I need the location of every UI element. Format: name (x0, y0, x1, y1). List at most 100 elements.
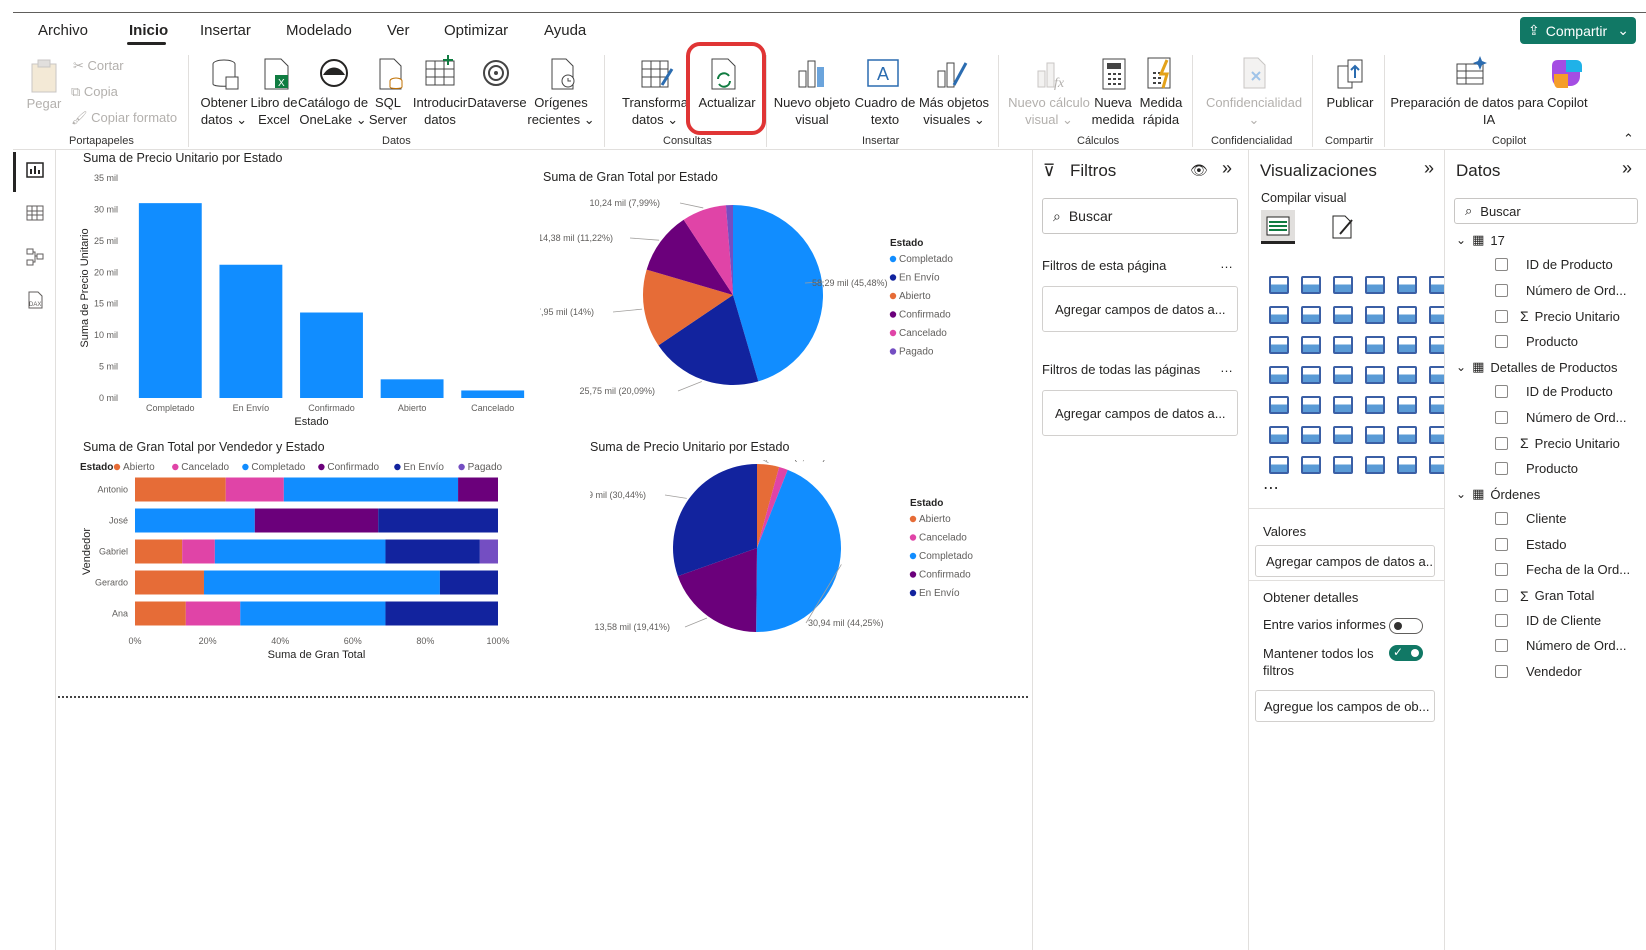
enter-data-button[interactable]: Introducir datos (410, 94, 470, 128)
collapse-ribbon-icon[interactable]: ⌃ (1623, 131, 1634, 147)
field-checkbox[interactable] (1495, 664, 1508, 678)
data-search-input[interactable]: ⌕ Buscar (1454, 198, 1638, 224)
new-measure-button[interactable]: Nueva medida (1088, 94, 1138, 128)
bar-chart[interactable]: 0 mil 5 mil 10 mil 15 mil 20 mil 25 mil 30 mil… (78, 166, 538, 436)
model-view-icon[interactable] (26, 248, 44, 271)
visual-type-icon[interactable] (1391, 270, 1423, 300)
visual-type-icon[interactable] (1327, 390, 1359, 420)
field-item[interactable]: Número de Ord... (1495, 410, 1626, 425)
field-checkbox[interactable] (1495, 512, 1508, 526)
report-view-icon[interactable] (26, 162, 44, 183)
keep-filters-toggle[interactable]: ✓ (1389, 645, 1423, 661)
menu-ayuda[interactable]: Ayuda (544, 22, 586, 39)
table-node[interactable]: ⌄ ▦ 17 (1456, 232, 1505, 248)
visual-type-icon[interactable] (1391, 300, 1423, 330)
visual-type-icon[interactable] (1327, 300, 1359, 330)
copy-button[interactable]: ⧉ Copia (71, 84, 118, 100)
visual-type-icon[interactable] (1327, 330, 1359, 360)
cross-report-toggle[interactable] (1389, 618, 1423, 634)
field-checkbox[interactable] (1495, 461, 1508, 475)
visual-type-icon[interactable] (1263, 270, 1295, 300)
copilot-icon[interactable] (1550, 56, 1584, 95)
field-checkbox[interactable] (1495, 258, 1508, 272)
field-item[interactable]: Σ Precio Unitario (1495, 308, 1620, 324)
collapse-data-icon[interactable]: » (1622, 158, 1632, 179)
field-item[interactable]: Número de Ord... (1495, 283, 1626, 298)
recent-sources-button[interactable]: Orígenes recientes ⌄ (526, 94, 596, 128)
table-node[interactable]: ⌄ ▦ Órdenes (1456, 486, 1540, 502)
menu-ver[interactable]: Ver (387, 22, 410, 39)
visual-type-icon[interactable] (1359, 420, 1391, 450)
menu-inicio[interactable]: Inicio (129, 22, 168, 39)
field-checkbox[interactable] (1495, 385, 1508, 399)
menu-optimizar[interactable]: Optimizar (444, 22, 508, 39)
field-item[interactable]: Número de Ord... (1495, 638, 1626, 653)
field-item[interactable]: Σ Precio Unitario (1495, 435, 1620, 451)
visual-type-icon[interactable] (1327, 270, 1359, 300)
field-checkbox[interactable] (1495, 614, 1508, 627)
excel-button[interactable]: Libro de Excel (246, 94, 302, 128)
collapse-visualizations-icon[interactable]: » (1424, 158, 1434, 179)
visual-type-icon[interactable] (1295, 450, 1327, 480)
pie-chart-gran-total[interactable]: 58,29 mil (45,48%) 25,75 mil (20,09%) 17,9… (540, 190, 1020, 420)
paste-button[interactable]: Pegar (22, 95, 66, 112)
values-well[interactable]: Agregar campos de datos a... (1255, 545, 1435, 577)
field-checkbox[interactable] (1495, 410, 1508, 424)
visual-type-icon[interactable] (1263, 300, 1295, 330)
visual-type-icon[interactable] (1327, 450, 1359, 480)
field-checkbox[interactable] (1495, 563, 1508, 577)
field-checkbox[interactable] (1495, 639, 1508, 653)
menu-archivo[interactable]: Archivo (38, 22, 88, 39)
visual-type-icon[interactable] (1359, 360, 1391, 390)
page-filters-well[interactable]: Agregar campos de datos a... (1042, 286, 1238, 332)
copy-format-button[interactable]: 🖌 Copiar formato (71, 110, 177, 126)
more-options-icon[interactable]: … (1220, 256, 1233, 271)
field-item[interactable]: ID de Producto (1495, 384, 1613, 399)
menu-modelado[interactable]: Modelado (286, 22, 352, 39)
field-item[interactable]: Σ Gran Total (1495, 588, 1594, 604)
field-item[interactable]: Producto (1495, 461, 1578, 476)
visual-type-icon[interactable] (1391, 420, 1423, 450)
visual-type-icon[interactable] (1359, 270, 1391, 300)
table-node[interactable]: ⌄ ▦ Detalles de Productos (1456, 359, 1618, 375)
visual-type-icon[interactable] (1391, 330, 1423, 360)
visual-type-icon[interactable] (1359, 390, 1391, 420)
more-options-icon[interactable]: … (1220, 360, 1233, 375)
field-checkbox[interactable] (1495, 309, 1508, 323)
table-view-icon[interactable] (26, 205, 44, 226)
visual-type-icon[interactable] (1327, 360, 1359, 390)
stacked-bar-chart[interactable]: Estado Abierto Cancelado Completado Confirma… (78, 458, 548, 698)
visual-type-icon[interactable] (1263, 330, 1295, 360)
field-checkbox[interactable] (1495, 537, 1508, 551)
field-checkbox[interactable] (1495, 334, 1508, 348)
visual-type-icon[interactable] (1295, 330, 1327, 360)
filters-search-input[interactable]: ⌕ Buscar (1042, 198, 1238, 234)
field-checkbox[interactable] (1495, 589, 1508, 603)
copilot-data-prep-button[interactable]: Preparación de datos para Copilot IA (1390, 94, 1588, 128)
new-visual-button[interactable]: Nuevo objeto visual (770, 94, 854, 128)
field-item[interactable]: Estado (1495, 537, 1566, 552)
format-visual-tab[interactable] (1330, 214, 1356, 245)
visual-type-icon[interactable] (1263, 420, 1295, 450)
drill-through-well[interactable]: Agregue los campos de ob... (1255, 690, 1435, 722)
visual-type-icon[interactable] (1263, 390, 1295, 420)
publish-button[interactable]: Publicar (1318, 94, 1382, 111)
dax-query-view-icon[interactable]: DAX (26, 291, 44, 314)
visual-type-icon[interactable] (1391, 450, 1423, 480)
field-checkbox[interactable] (1495, 436, 1508, 450)
sql-server-button[interactable]: SQL Server (364, 94, 412, 128)
cut-button[interactable]: ✂ Cortar (73, 58, 124, 74)
field-checkbox[interactable] (1495, 283, 1508, 297)
eye-icon[interactable]: 👁 (1190, 162, 1208, 179)
visual-type-icon[interactable] (1391, 360, 1423, 390)
visual-type-icon[interactable] (1295, 300, 1327, 330)
field-item[interactable]: Fecha de la Ord... (1495, 562, 1630, 577)
visual-type-icon[interactable] (1359, 330, 1391, 360)
menu-insertar[interactable]: Insertar (200, 22, 251, 39)
transform-data-button[interactable]: Transforma datos ⌄ (620, 94, 690, 128)
pie-chart-precio-unitario[interactable]: 2,97 mil (4,24%) 30,94 mil (44,25%) 13,58 … (590, 460, 1030, 690)
visual-type-icon[interactable] (1359, 300, 1391, 330)
visual-type-icon[interactable] (1391, 390, 1423, 420)
field-item[interactable]: Cliente (1495, 511, 1566, 526)
visual-type-icon[interactable] (1327, 420, 1359, 450)
